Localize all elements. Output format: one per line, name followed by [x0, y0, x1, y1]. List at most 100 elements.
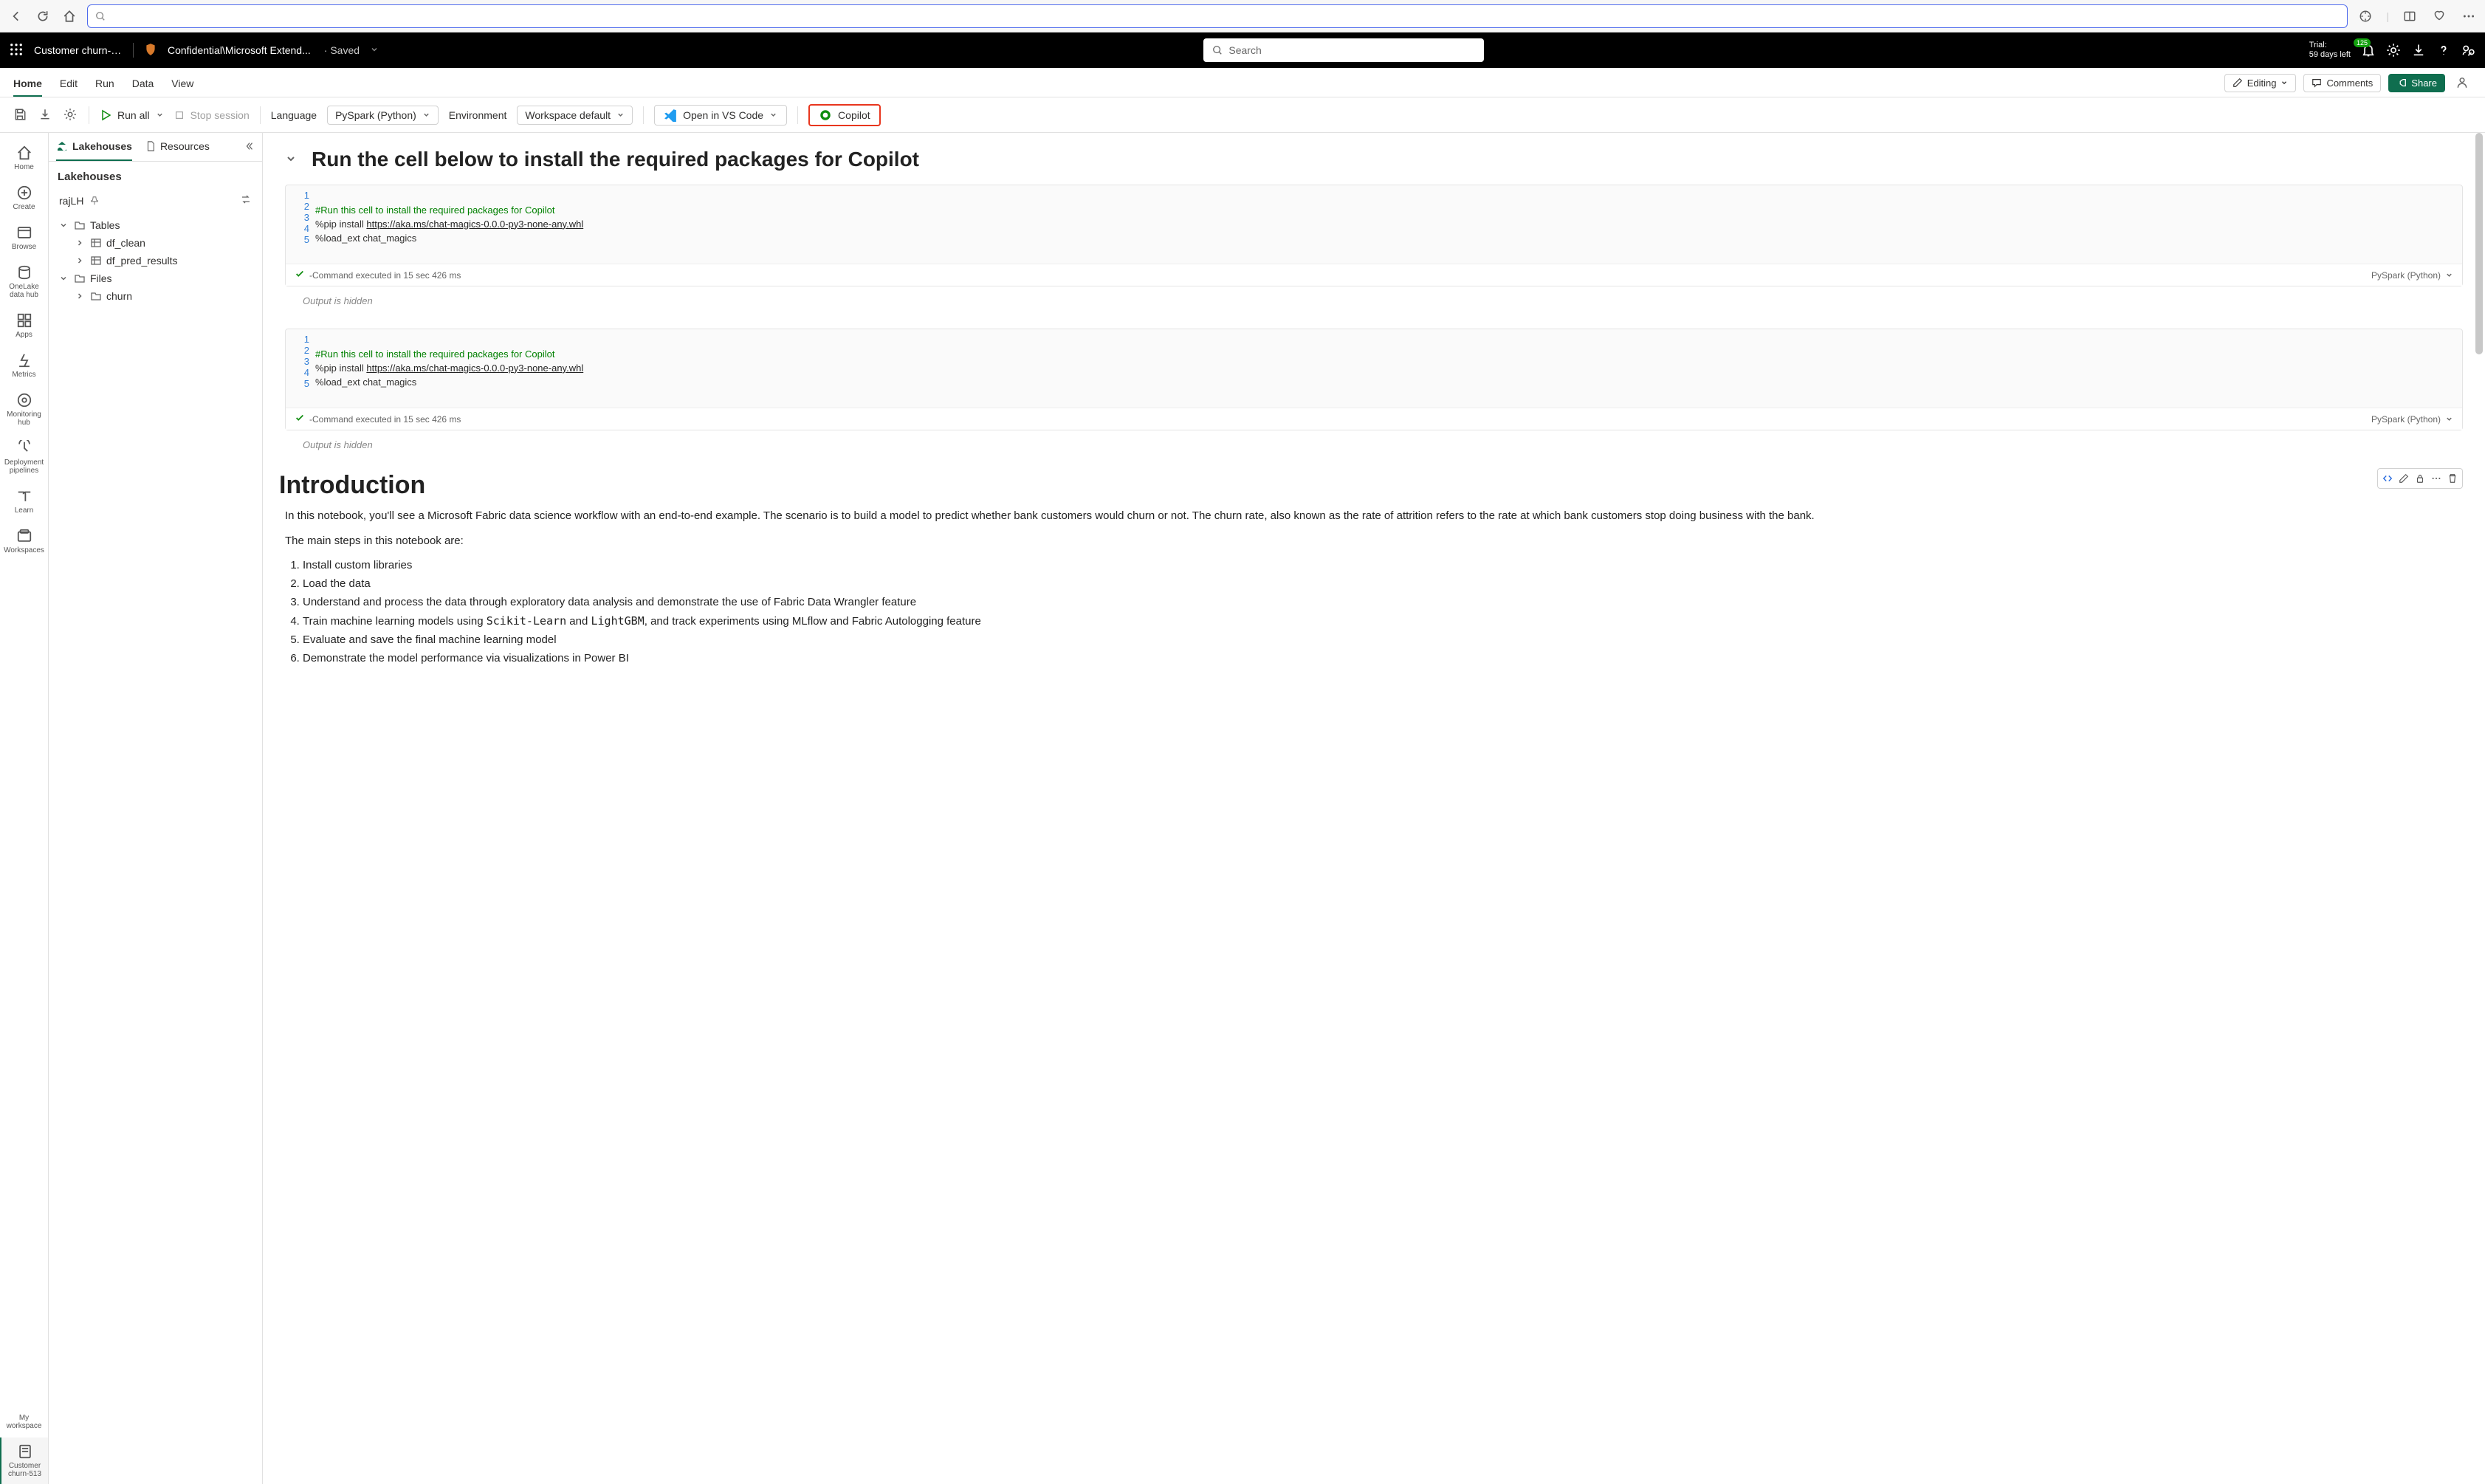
tab-edit[interactable]: Edit	[60, 78, 78, 97]
tree-files[interactable]: Files	[55, 269, 262, 287]
rail-onelake[interactable]: OneLake data hub	[0, 258, 48, 305]
notifications-badge: 125	[2354, 38, 2371, 47]
rail-workspaces[interactable]: Workspaces	[0, 522, 48, 560]
trial-info: Trial: 59 days left	[2309, 41, 2351, 60]
notebook-toolbar: Run all Stop session Language PySpark (P…	[0, 97, 2485, 133]
explorer-panel: Lakehouses Resources Lakehouses rajLH Ta…	[49, 133, 263, 1484]
tab-view[interactable]: View	[171, 78, 193, 97]
feedback-icon[interactable]	[2461, 43, 2476, 58]
split-screen-icon[interactable]	[2401, 7, 2419, 25]
collapse-section-icon[interactable]	[285, 153, 297, 167]
run-all-button[interactable]: Run all	[100, 109, 164, 121]
list-item: Train machine learning models using Scik…	[303, 613, 2463, 630]
code-content[interactable]: #Run this cell to install the required p…	[315, 334, 2462, 403]
rail-home[interactable]: Home	[0, 139, 48, 177]
md-ordered-list: Install custom libraries Load the data U…	[303, 557, 2463, 667]
output-hidden-label[interactable]: Output is hidden	[285, 433, 2463, 450]
comments-button[interactable]: Comments	[2303, 74, 2381, 92]
list-item: Demonstrate the model performance via vi…	[303, 650, 2463, 667]
rail-learn[interactable]: Learn	[0, 482, 48, 521]
collapse-section-icon[interactable]	[263, 478, 264, 492]
search-icon	[1212, 45, 1223, 55]
save-icon[interactable]	[13, 108, 28, 123]
favorites-icon[interactable]	[2430, 7, 2448, 25]
copilot-icon	[819, 109, 832, 122]
scrollbar[interactable]	[2475, 133, 2483, 354]
address-bar[interactable]	[87, 4, 2348, 28]
download-icon[interactable]	[2411, 43, 2426, 58]
output-hidden-label[interactable]: Output is hidden	[285, 289, 2463, 306]
open-vscode-button[interactable]: Open in VS Code	[654, 105, 787, 126]
list-item: Load the data	[303, 575, 2463, 592]
notebook-canvas[interactable]: Run the cell below to install the requir…	[263, 133, 2485, 1484]
rail-my-workspace[interactable]: My workspace	[0, 1406, 48, 1436]
rail-apps[interactable]: Apps	[0, 306, 48, 345]
panel-tab-lakehouses[interactable]: Lakehouses	[56, 140, 132, 161]
rail-browse[interactable]: Browse	[0, 219, 48, 257]
kernel-label[interactable]: PySpark (Python)	[2371, 270, 2453, 281]
extensions-icon[interactable]	[2357, 7, 2374, 25]
rail-metrics[interactable]: Metrics	[0, 346, 48, 385]
settings-icon[interactable]	[2386, 43, 2401, 58]
gear-icon[interactable]	[63, 108, 78, 123]
code-cell[interactable]: 12345 #Run this cell to install the requ…	[285, 329, 2463, 430]
notifications-icon[interactable]: 125	[2361, 43, 2376, 58]
lakehouse-icon	[56, 140, 68, 152]
chevron-down-icon	[769, 111, 777, 119]
language-dropdown[interactable]: PySpark (Python)	[327, 106, 439, 125]
tree-file-churn[interactable]: churn	[71, 287, 262, 305]
check-icon	[295, 413, 305, 425]
rail-deployment[interactable]: Deployment pipelines	[0, 434, 48, 481]
editing-mode-button[interactable]: Editing	[2224, 74, 2297, 92]
code-content[interactable]: #Run this cell to install the required p…	[315, 190, 2462, 259]
chevron-down-icon	[156, 111, 164, 119]
environment-dropdown[interactable]: Workspace default	[517, 106, 633, 125]
app-search-input[interactable]: Search	[1203, 38, 1484, 62]
folder-icon	[74, 219, 86, 231]
app-header: Customer churn-5... Confidential\Microso…	[0, 32, 2485, 68]
document-title[interactable]: Customer churn-5...	[34, 44, 123, 56]
chevron-right-icon	[75, 238, 86, 247]
tree-tables[interactable]: Tables	[55, 216, 262, 234]
help-icon[interactable]	[2436, 43, 2451, 58]
collapse-panel-icon[interactable]	[244, 141, 255, 161]
folder-icon	[90, 290, 102, 302]
exec-status: -Command executed in 15 sec 426 ms	[309, 270, 461, 281]
tab-run[interactable]: Run	[95, 78, 114, 97]
more-icon[interactable]	[2460, 7, 2478, 25]
download-icon[interactable]	[38, 108, 53, 123]
rail-create[interactable]: Create	[0, 179, 48, 217]
explorer-tree: Tables df_clean df_pred_results Files	[49, 212, 262, 309]
sensitivity-label[interactable]: Confidential\Microsoft Extend...	[168, 44, 311, 56]
chevron-down-icon	[2281, 79, 2288, 86]
refresh-icon[interactable]	[34, 7, 52, 25]
markdown-cell[interactable]: Introduction In this notebook, you'll se…	[285, 471, 2463, 667]
waffle-icon[interactable]	[9, 42, 24, 59]
rail-monitoring[interactable]: Monitoring hub	[0, 386, 48, 433]
search-icon	[95, 11, 106, 21]
copilot-button[interactable]: Copilot	[808, 104, 881, 126]
panel-tab-resources[interactable]: Resources	[145, 140, 210, 161]
tree-table-dfclean[interactable]: df_clean	[71, 234, 262, 252]
chevron-down-icon	[422, 111, 430, 119]
lakehouse-item[interactable]: rajLH	[49, 189, 262, 212]
rail-customer-churn[interactable]: Customer churn-513	[0, 1437, 48, 1484]
home-icon[interactable]	[61, 7, 78, 25]
separator	[797, 106, 798, 124]
vscode-icon	[664, 109, 677, 122]
chevron-down-icon[interactable]	[370, 44, 379, 56]
tree-table-dfpred[interactable]: df_pred_results	[71, 252, 262, 269]
stop-session-button[interactable]: Stop session	[174, 109, 250, 121]
file-icon	[145, 141, 156, 151]
pin-icon[interactable]	[89, 196, 100, 206]
tab-home[interactable]: Home	[13, 78, 42, 97]
code-cell[interactable]: 12345 #Run this cell to install the requ…	[285, 185, 2463, 286]
people-icon[interactable]	[2453, 73, 2472, 92]
swap-icon[interactable]	[240, 193, 252, 207]
kernel-label[interactable]: PySpark (Python)	[2371, 414, 2453, 425]
back-icon[interactable]	[7, 7, 25, 25]
share-button[interactable]: Share	[2388, 74, 2445, 92]
tab-data[interactable]: Data	[132, 78, 154, 97]
save-status: · Saved	[324, 44, 360, 56]
check-icon	[295, 269, 305, 281]
